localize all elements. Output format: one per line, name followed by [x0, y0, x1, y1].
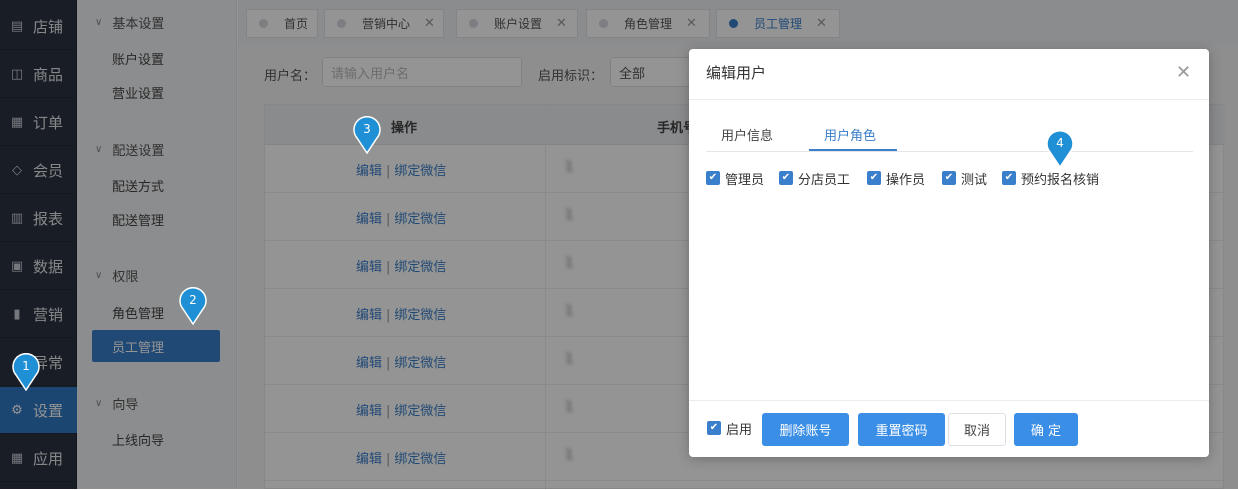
role-checkbox-branch-staff[interactable]: ✔ 分店员工 [779, 170, 851, 188]
role-checkbox-admin[interactable]: ✔ 管理员 [706, 170, 765, 188]
role-checkbox-test[interactable]: ✔ 测试 [942, 170, 988, 188]
role-label: 管理员 [725, 172, 765, 188]
cancel-button[interactable]: 取消 [948, 413, 1006, 446]
checkmark-icon: ✔ [707, 421, 721, 435]
enable-label: 启用 [726, 422, 753, 438]
marker-number: 2 [189, 293, 197, 307]
role-label: 测试 [961, 172, 988, 188]
marker-number: 4 [1056, 136, 1064, 150]
marker-number: 3 [363, 122, 371, 136]
dialog-footer-divider [689, 400, 1209, 401]
active-tab-indicator [809, 149, 897, 151]
role-checkbox-operator[interactable]: ✔ 操作员 [867, 170, 926, 188]
edit-user-dialog: 编辑用户 ✕ 用户信息 用户角色 ✔ 管理员 ✔ 分店员工 ✔ 操作员 ✔ 测试 ✔ 预约… [689, 49, 1209, 457]
enable-checkbox[interactable]: ✔ 启用 [707, 420, 753, 438]
step-marker-3: 3 [352, 116, 382, 154]
checkmark-icon: ✔ [867, 171, 881, 185]
tab-baseline [706, 151, 1193, 152]
role-label: 操作员 [886, 172, 926, 188]
role-label: 预约报名核销 [1021, 172, 1100, 188]
close-icon[interactable]: ✕ [1176, 62, 1191, 83]
confirm-button[interactable]: 确 定 [1014, 413, 1078, 446]
reset-password-button[interactable]: 重置密码 [858, 413, 945, 446]
tab-user-roles[interactable]: 用户角色 [824, 125, 876, 144]
checkmark-icon: ✔ [779, 171, 793, 185]
role-label: 分店员工 [798, 172, 851, 188]
dialog-title: 编辑用户 [706, 64, 767, 82]
step-marker-1: 1 [11, 353, 41, 391]
checkmark-icon: ✔ [706, 171, 720, 185]
tab-user-info[interactable]: 用户信息 [721, 125, 773, 144]
step-marker-4: 4 [1045, 130, 1075, 168]
marker-number: 1 [22, 359, 30, 373]
delete-account-button[interactable]: 删除账号 [762, 413, 849, 446]
checkmark-icon: ✔ [1002, 171, 1016, 185]
step-marker-2: 2 [178, 287, 208, 325]
dialog-header-divider [689, 99, 1209, 100]
role-checkbox-booking-verify[interactable]: ✔ 预约报名核销 [1002, 170, 1100, 188]
checkmark-icon: ✔ [942, 171, 956, 185]
